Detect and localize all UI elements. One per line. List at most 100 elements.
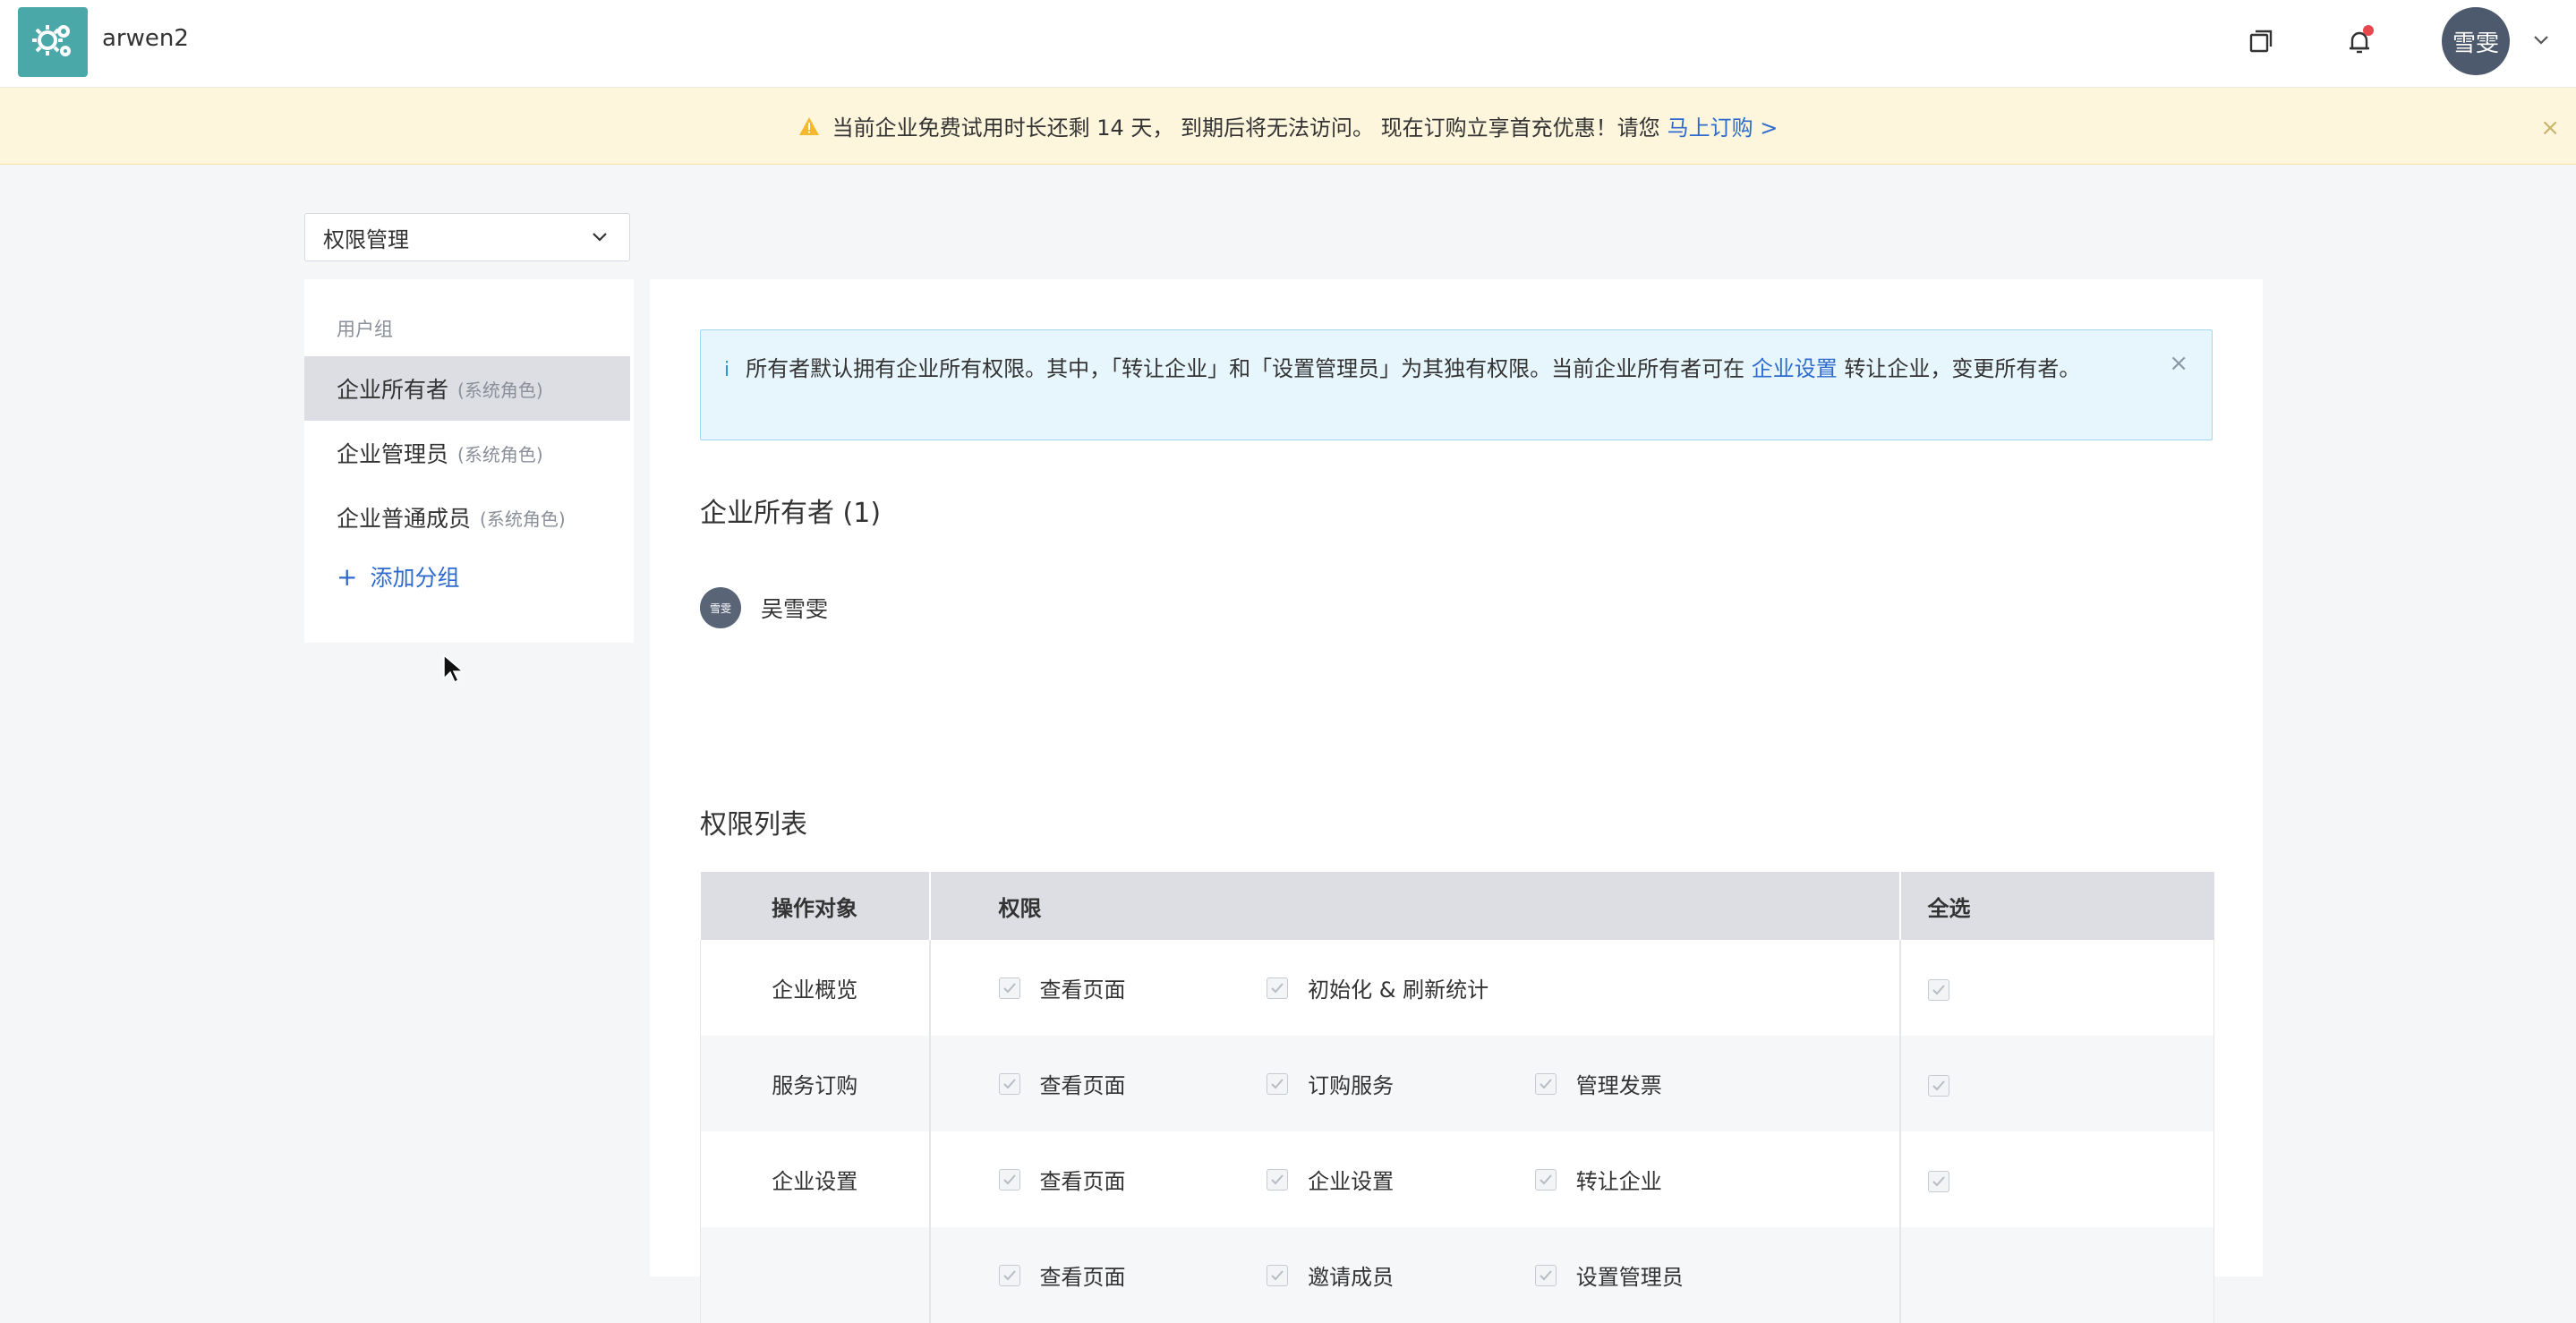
- owner-info-alert: i 所有者默认拥有企业所有权限。其中，「转让企业」和「设置管理员」为其独有权限。当…: [700, 329, 2213, 440]
- permission-checkbox[interactable]: 查看页面: [998, 1164, 1260, 1195]
- warning-icon: [798, 116, 820, 136]
- row-object: 企业设置: [700, 1131, 931, 1227]
- gear-logo-icon: [32, 25, 71, 56]
- group-item-label: 企业普通成员: [337, 506, 472, 532]
- user-group-heading: 用户组: [337, 319, 393, 340]
- checkbox-checked-icon: [998, 977, 1020, 999]
- checkbox-checked-icon: [998, 1264, 1020, 1286]
- row-permissions: 查看页面 订购服务 管理发票: [929, 1036, 1901, 1131]
- permission-label: 查看页面: [1039, 1169, 1126, 1194]
- chevron-down-icon: [590, 226, 610, 252]
- permission-label: 企业设置: [1308, 1169, 1395, 1194]
- group-item-role: (系统角色): [457, 379, 543, 401]
- checkbox-checked-icon: [1927, 1074, 1949, 1097]
- column-header-select-all: 全选: [1899, 872, 2214, 940]
- app-title: arwen2: [102, 25, 189, 52]
- permission-list-title: 权限列表: [700, 809, 807, 841]
- permission-checkbox[interactable]: 查看页面: [998, 1068, 1260, 1099]
- scope-select[interactable]: 权限管理: [304, 213, 630, 261]
- add-group-button[interactable]: + 添加分组: [337, 560, 459, 593]
- group-item-role: (系统角色): [457, 443, 543, 465]
- column-header-permission: 权限: [929, 872, 1901, 940]
- info-text-after: 转让企业，变更所有者。: [1844, 356, 2081, 381]
- column-header-object: 操作对象: [700, 872, 931, 940]
- group-item-member[interactable]: 企业普通成员 (系统角色): [304, 485, 630, 550]
- table-row: 企业概览 查看页面 初始化 & 刷新统计: [700, 940, 2214, 1036]
- owner-member: 雪雯 吴雪雯: [700, 587, 828, 628]
- notification-badge: [2363, 25, 2374, 36]
- notification-bell-icon[interactable]: [2340, 21, 2379, 61]
- banner-close-icon[interactable]: ×: [2540, 115, 2560, 141]
- info-text-before: 所有者默认拥有企业所有权限。其中，「转让企业」和「设置管理员」为其独有权限。当前…: [746, 356, 1745, 381]
- row-select-all[interactable]: [1899, 940, 2214, 1036]
- checkbox-checked-icon: [1927, 978, 1949, 1001]
- info-close-icon[interactable]: ×: [2169, 346, 2188, 380]
- checkbox-checked-icon: [1267, 977, 1289, 999]
- info-icon: i: [724, 359, 730, 381]
- permission-checkbox[interactable]: 设置管理员: [1534, 1259, 1796, 1291]
- checkbox-checked-icon: [998, 1168, 1020, 1191]
- checkbox-checked-icon: [1534, 1072, 1557, 1095]
- user-avatar[interactable]: 雪雯: [2442, 7, 2510, 75]
- row-permissions: 查看页面 企业设置 转让企业: [929, 1131, 1901, 1227]
- user-group-panel: 用户组 企业所有者 (系统角色) 企业管理员 (系统角色) 企业普通成员 (系统…: [304, 279, 634, 643]
- table-row: 服务订购 查看页面 订购服务 管理发票: [700, 1036, 2214, 1131]
- group-item-label: 企业所有者: [337, 377, 449, 403]
- checkbox-checked-icon: [1927, 1170, 1949, 1192]
- permission-label: 管理发票: [1575, 1073, 1662, 1098]
- checkbox-checked-icon: [1534, 1264, 1557, 1286]
- member-name: 吴雪雯: [761, 596, 829, 622]
- table-header-row: 操作对象 权限 全选: [700, 872, 2214, 940]
- trial-banner: 当前企业免费试用时长还剩 14 天， 到期后将无法访问。 现在订购立享首充优惠！…: [0, 88, 2576, 165]
- row-select-all[interactable]: [1899, 1227, 2214, 1323]
- row-select-all[interactable]: [1899, 1131, 2214, 1227]
- permission-table: 操作对象 权限 全选 企业概览 查看页面 初始化 & 刷新统计 服务订购 查看页…: [700, 872, 2214, 1323]
- row-object: 服务订购: [700, 1036, 931, 1131]
- permission-label: 订购服务: [1308, 1073, 1395, 1098]
- add-group-label: 添加分组: [370, 565, 460, 591]
- row-object: [700, 1227, 931, 1323]
- checkbox-checked-icon: [1267, 1072, 1289, 1095]
- permission-label: 初始化 & 刷新统计: [1308, 977, 1489, 1003]
- permission-checkbox[interactable]: 查看页面: [998, 972, 1260, 1003]
- permission-label: 查看页面: [1039, 1073, 1126, 1098]
- permission-checkbox[interactable]: 初始化 & 刷新统计: [1267, 972, 1528, 1003]
- owner-section-title: 企业所有者 (1): [700, 498, 882, 529]
- checkbox-checked-icon: [1267, 1168, 1289, 1191]
- row-permissions: 查看页面 初始化 & 刷新统计: [929, 940, 1901, 1036]
- user-menu-chevron-down-icon[interactable]: [2528, 27, 2555, 54]
- permission-label: 查看页面: [1039, 1265, 1126, 1290]
- banner-message: 当前企业免费试用时长还剩 14 天， 到期后将无法访问。 现在订购立享首充优惠！…: [832, 115, 1660, 141]
- group-item-role: (系统角色): [480, 508, 566, 530]
- checkbox-checked-icon: [1534, 1168, 1557, 1191]
- group-item-owner[interactable]: 企业所有者 (系统角色): [304, 356, 630, 421]
- permission-label: 设置管理员: [1575, 1265, 1684, 1290]
- permission-checkbox[interactable]: 转让企业: [1534, 1164, 1796, 1195]
- permission-checkbox[interactable]: 查看页面: [998, 1259, 1260, 1291]
- permission-label: 转让企业: [1575, 1169, 1662, 1194]
- group-item-label: 企业管理员: [337, 441, 449, 467]
- checkbox-checked-icon: [998, 1072, 1020, 1095]
- row-permissions: 查看页面 邀请成员 设置管理员: [929, 1227, 1901, 1323]
- scope-select-value: 权限管理: [323, 226, 409, 252]
- enterprise-settings-link[interactable]: 企业设置: [1752, 356, 1838, 381]
- permission-checkbox[interactable]: 订购服务: [1267, 1068, 1528, 1099]
- window-copy-icon[interactable]: [2241, 21, 2281, 61]
- top-header: arwen2 雪雯: [0, 0, 2576, 88]
- permission-checkbox[interactable]: 管理发票: [1534, 1068, 1796, 1099]
- permission-checkbox[interactable]: 企业设置: [1267, 1164, 1528, 1195]
- group-item-admin[interactable]: 企业管理员 (系统角色): [304, 421, 630, 485]
- row-select-all[interactable]: [1899, 1036, 2214, 1131]
- table-row: 查看页面 邀请成员 设置管理员: [700, 1227, 2214, 1323]
- row-object: 企业概览: [700, 940, 931, 1036]
- mouse-cursor-icon: [442, 653, 465, 687]
- permission-checkbox[interactable]: 邀请成员: [1267, 1259, 1528, 1291]
- checkbox-checked-icon: [1267, 1264, 1289, 1286]
- table-row: 企业设置 查看页面 企业设置 转让企业: [700, 1131, 2214, 1227]
- subscribe-now-link[interactable]: 马上订购 >: [1668, 110, 1778, 141]
- permission-label: 查看页面: [1039, 977, 1126, 1003]
- permission-label: 邀请成员: [1308, 1265, 1395, 1290]
- app-logo[interactable]: [18, 7, 88, 77]
- member-avatar: 雪雯: [700, 587, 741, 628]
- plus-icon: +: [337, 561, 358, 592]
